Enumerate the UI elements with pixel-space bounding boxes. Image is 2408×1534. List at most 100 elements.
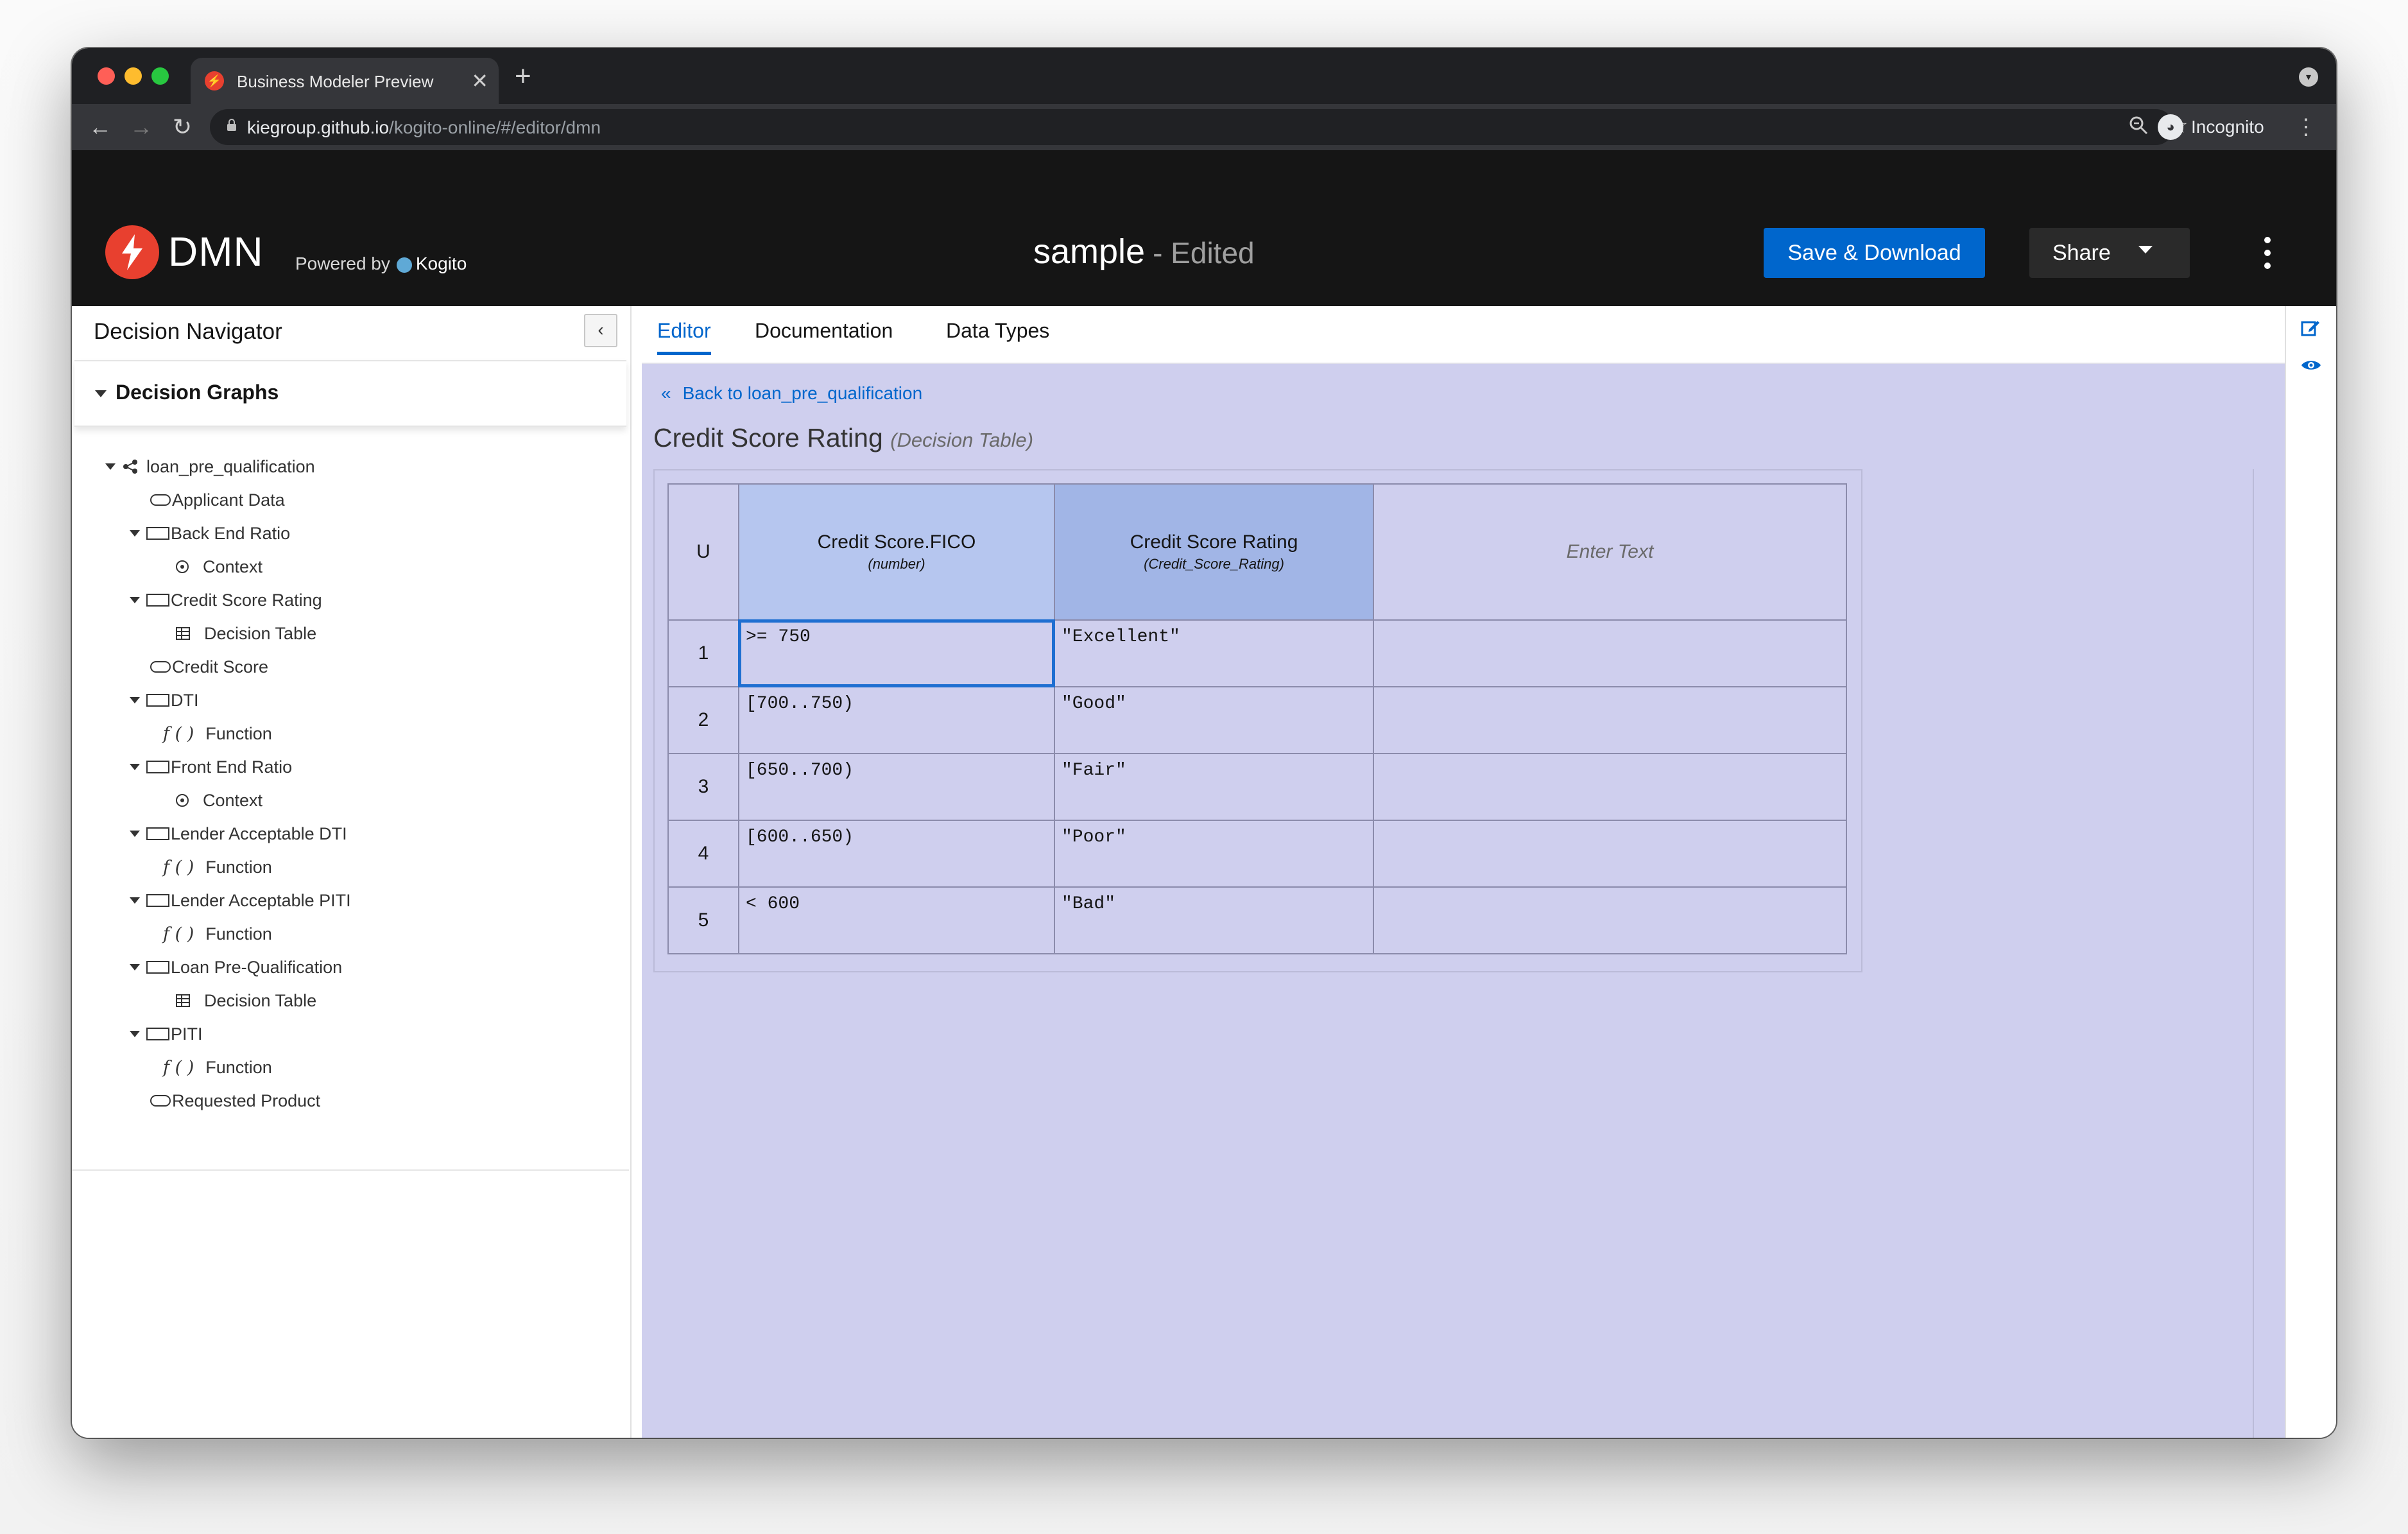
tree-item-requested-product[interactable]: Requested Product xyxy=(150,1088,320,1114)
app-header xyxy=(72,150,2336,306)
tree-item-loan-pre-qualification-decision[interactable]: Loan Pre-Qualification xyxy=(130,954,342,980)
expand-caret-icon xyxy=(130,597,140,603)
share-button[interactable]: Share xyxy=(2029,228,2190,278)
tree-item-credit-score-rating[interactable]: Credit Score Rating xyxy=(130,587,322,613)
dmn-logo-icon xyxy=(105,225,159,279)
output-cell[interactable]: "Bad" xyxy=(1054,886,1374,954)
back-arrow-icon[interactable]: ← xyxy=(85,112,116,142)
row-number[interactable]: 4 xyxy=(667,820,739,888)
annotation-cell[interactable] xyxy=(1373,753,1847,821)
table-row: 5 < 600 "Bad" xyxy=(667,886,1847,954)
output-cell[interactable]: "Excellent" xyxy=(1054,619,1374,687)
decision-navigator-panel: Decision Navigator ‹ Decision Graphs loa… xyxy=(72,306,632,1438)
decision-icon xyxy=(146,594,169,607)
decision-table-container: U Credit Score.FICO (number) Credit Scor… xyxy=(653,469,1862,972)
preview-eye-icon[interactable] xyxy=(2300,358,2322,373)
tree-item-applicant-data[interactable]: Applicant Data xyxy=(150,487,285,513)
input-column-header[interactable]: Credit Score.FICO (number) xyxy=(738,483,1055,621)
close-tab-icon[interactable]: ✕ xyxy=(471,67,488,95)
tree-item-context[interactable]: Context xyxy=(176,554,262,580)
tree-item-function[interactable]: f ( ) Function xyxy=(163,921,272,947)
function-icon: f ( ) xyxy=(163,723,194,744)
tree-item-front-end-ratio[interactable]: Front End Ratio xyxy=(130,754,292,780)
annotation-cell[interactable] xyxy=(1373,886,1847,954)
tree-item-dti[interactable]: DTI xyxy=(130,687,199,713)
new-tab-plus-icon[interactable]: + xyxy=(515,60,531,93)
function-icon: f ( ) xyxy=(163,924,194,944)
save-download-button[interactable]: Save & Download xyxy=(1764,228,1985,278)
share-caret-icon xyxy=(2138,246,2153,254)
forward-arrow-icon[interactable]: → xyxy=(126,112,157,142)
minimize-window-button[interactable] xyxy=(125,67,142,85)
expand-caret-icon xyxy=(130,697,140,703)
collapse-panel-button[interactable]: ‹ xyxy=(584,314,617,347)
browser-menu-icon[interactable]: ⋮ xyxy=(2295,113,2317,141)
decision-table-icon xyxy=(176,627,190,640)
tab-search-chevron-icon[interactable]: ▾ xyxy=(2299,67,2318,87)
back-to-graph-link[interactable]: «Back to loan_pre_qualification xyxy=(661,383,922,404)
output-column-header[interactable]: Credit Score Rating (Credit_Score_Rating… xyxy=(1054,483,1374,621)
annotation-column-header[interactable]: Enter Text xyxy=(1373,483,1847,621)
context-icon xyxy=(176,560,189,573)
tree-item-credit-score[interactable]: Credit Score xyxy=(150,654,268,680)
annotation-cell[interactable] xyxy=(1373,686,1847,754)
input-cell[interactable]: [600..650) xyxy=(738,820,1055,888)
decision-icon xyxy=(146,894,169,907)
expand-caret-icon xyxy=(130,530,140,537)
properties-sidebar xyxy=(2285,306,2336,1438)
row-number[interactable]: 2 xyxy=(667,686,739,754)
function-icon: f ( ) xyxy=(163,857,194,877)
expression-title: Credit Score Rating (Decision Table) xyxy=(653,423,1034,452)
tree-item-function[interactable]: f ( ) Function xyxy=(163,1055,272,1080)
document-title[interactable]: sample - Edited xyxy=(1033,232,1255,271)
decision-graphs-header[interactable]: Decision Graphs xyxy=(74,360,626,427)
tab-editor[interactable]: Editor xyxy=(657,319,711,355)
edited-status: - Edited xyxy=(1153,236,1255,270)
tree-item-loan-pre-qualification[interactable]: loan_pre_qualification xyxy=(105,454,315,479)
tree-item-decision-table[interactable]: Decision Table xyxy=(176,988,316,1013)
close-window-button[interactable] xyxy=(98,67,115,85)
tree-item-function[interactable]: f ( ) Function xyxy=(163,854,272,880)
annotation-cell[interactable] xyxy=(1373,820,1847,888)
tree-item-function[interactable]: f ( ) Function xyxy=(163,721,272,746)
address-bar[interactable]: kiegroup.github.io/kogito-online/#/edito… xyxy=(210,109,2188,145)
tree-item-decision-table[interactable]: Decision Table xyxy=(176,621,316,646)
maximize-window-button[interactable] xyxy=(151,67,169,85)
edit-properties-icon[interactable] xyxy=(2300,318,2321,338)
tree-item-piti[interactable]: PITI xyxy=(130,1021,203,1047)
output-cell[interactable]: "Poor" xyxy=(1054,820,1374,888)
panel-divider xyxy=(72,1169,629,1171)
table-row: 2 [700..750) "Good" xyxy=(667,686,1847,754)
output-cell[interactable]: "Fair" xyxy=(1054,753,1374,821)
incognito-profile-button[interactable]: ◕ Incognito xyxy=(2158,110,2264,144)
tree-item-context[interactable]: Context xyxy=(176,788,262,813)
app-kebab-menu-icon[interactable] xyxy=(2264,237,2272,269)
input-cell[interactable]: [650..700) xyxy=(738,753,1055,821)
output-cell[interactable]: "Good" xyxy=(1054,686,1374,754)
row-number[interactable]: 1 xyxy=(667,619,739,687)
reload-icon[interactable]: ↻ xyxy=(167,112,198,142)
vertical-scrollbar[interactable] xyxy=(2253,469,2254,1438)
input-cell[interactable]: < 600 xyxy=(738,886,1055,954)
hit-policy-cell[interactable]: U xyxy=(667,483,739,621)
tree-item-lender-acceptable-piti[interactable]: Lender Acceptable PITI xyxy=(130,888,351,913)
decision-table-header-row: U Credit Score.FICO (number) Credit Scor… xyxy=(667,483,1847,621)
browser-tab-strip: ⚡ Business Modeler Preview ✕ + ▾ xyxy=(72,48,2336,104)
input-cell[interactable]: [700..750) xyxy=(738,686,1055,754)
browser-tab[interactable]: ⚡ Business Modeler Preview ✕ xyxy=(191,58,499,104)
tab-data-types[interactable]: Data Types xyxy=(946,319,1049,352)
expand-caret-icon xyxy=(130,764,140,770)
row-number[interactable]: 5 xyxy=(667,886,739,954)
table-row: 3 [650..700) "Fair" xyxy=(667,753,1847,821)
zoom-icon[interactable] xyxy=(2129,116,2148,140)
expression-kind: (Decision Table) xyxy=(890,429,1034,451)
tree-item-back-end-ratio[interactable]: Back End Ratio xyxy=(130,521,290,546)
powered-by: Powered by Kogito xyxy=(295,254,467,273)
decision-icon xyxy=(146,527,169,540)
decision-icon xyxy=(146,761,169,773)
tree-item-lender-acceptable-dti[interactable]: Lender Acceptable DTI xyxy=(130,821,347,847)
tab-documentation[interactable]: Documentation xyxy=(755,319,893,352)
input-cell-selected[interactable]: >= 750 xyxy=(738,619,1055,687)
annotation-cell[interactable] xyxy=(1373,619,1847,687)
row-number[interactable]: 3 xyxy=(667,753,739,821)
